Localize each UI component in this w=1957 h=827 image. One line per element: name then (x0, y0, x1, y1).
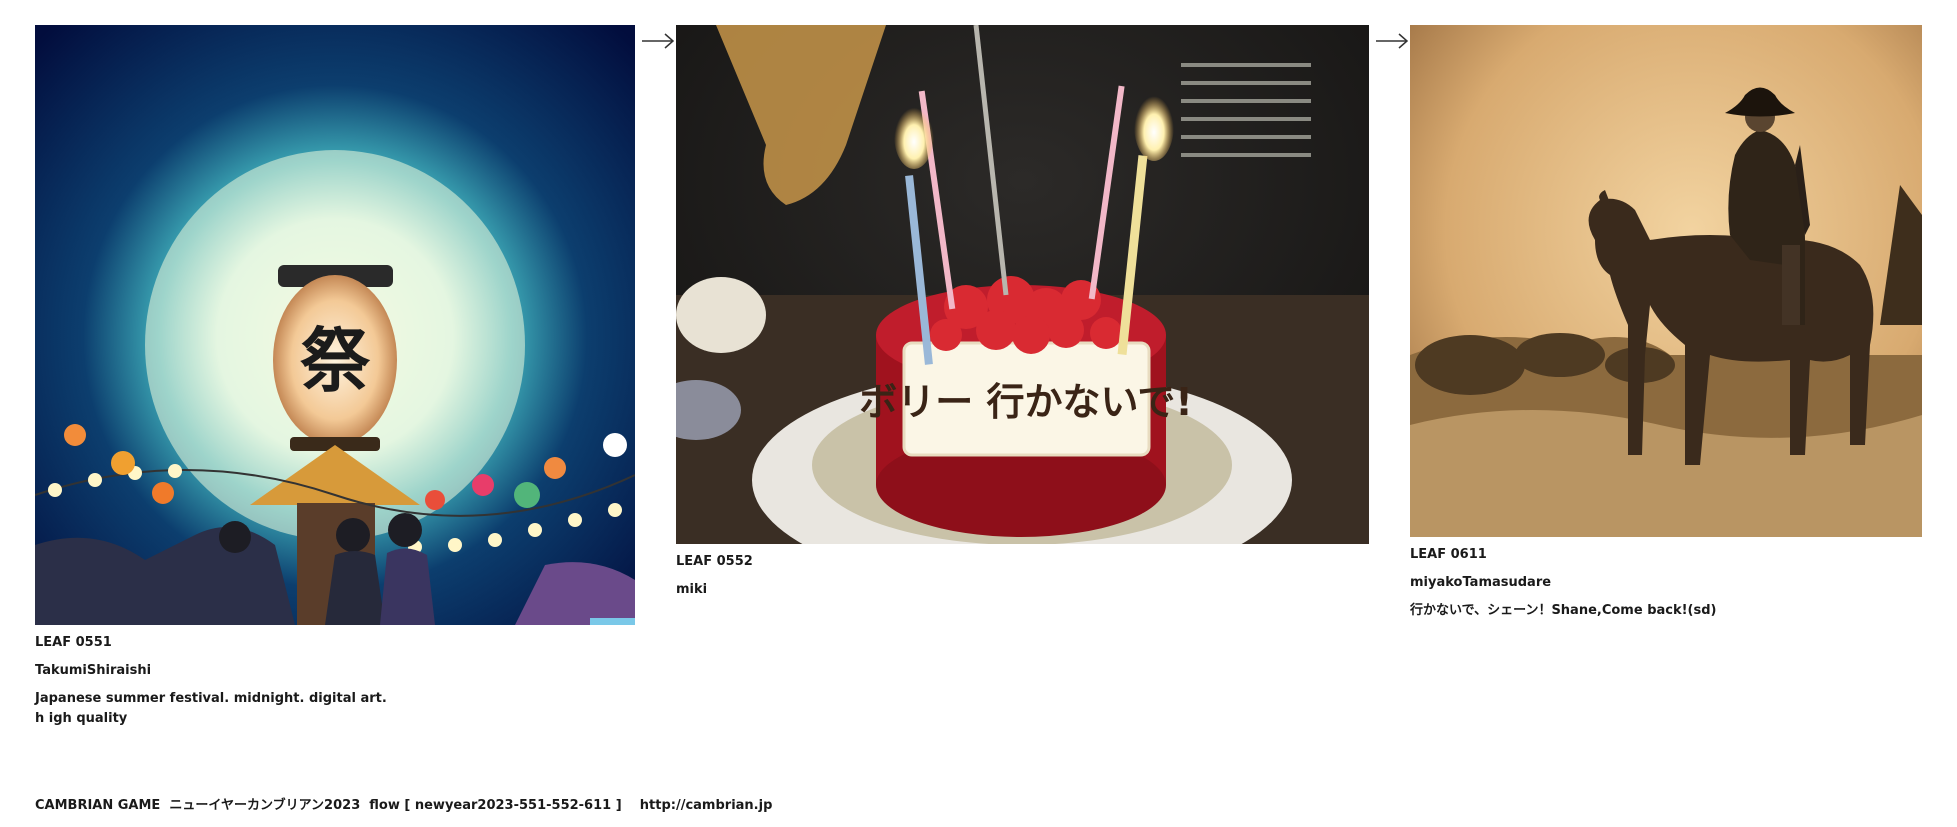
arrow-right-icon (1376, 33, 1409, 49)
leaf-card-0552: ボリー 行かないで! LEAF 0552 miki (676, 25, 1369, 600)
cowboy-horse-image[interactable] (1410, 25, 1922, 537)
leaf-id: LEAF 0552 (676, 554, 753, 569)
leaf-author[interactable]: TakumiShiraishi (35, 661, 635, 681)
leaf-id: LEAF 0611 (1410, 547, 1487, 562)
birthday-cake-image[interactable]: ボリー 行かないで! (676, 25, 1369, 544)
leaf-title: Japanese summer festival. midnight. digi… (35, 691, 387, 726)
leaf-card-0551: 祭 LEAF 0551 TakumiShiraishi Japanese sum… (35, 25, 635, 729)
leaf-author[interactable]: miki (676, 580, 1369, 600)
footer-credit: CAMBRIAN GAME ニューイヤーカンブリアン2023 flow [ ne… (35, 798, 773, 813)
leaf-card-0611: LEAF 0611 miyakoTamasudare 行かないで、シェーン！Sh… (1410, 25, 1930, 621)
leaf-id: LEAF 0551 (35, 635, 112, 650)
cake-plaque-text: ボリー 行かないで! (859, 380, 1192, 424)
leaf-title: 行かないで、シェーン！Shane,Come back!(sd) (1410, 603, 1717, 618)
leaf-author[interactable]: miyakoTamasudare (1410, 573, 1930, 593)
svg-text:祭: 祭 (300, 319, 371, 402)
festival-lantern-image[interactable]: 祭 (35, 25, 635, 625)
arrow-right-icon (642, 33, 675, 49)
